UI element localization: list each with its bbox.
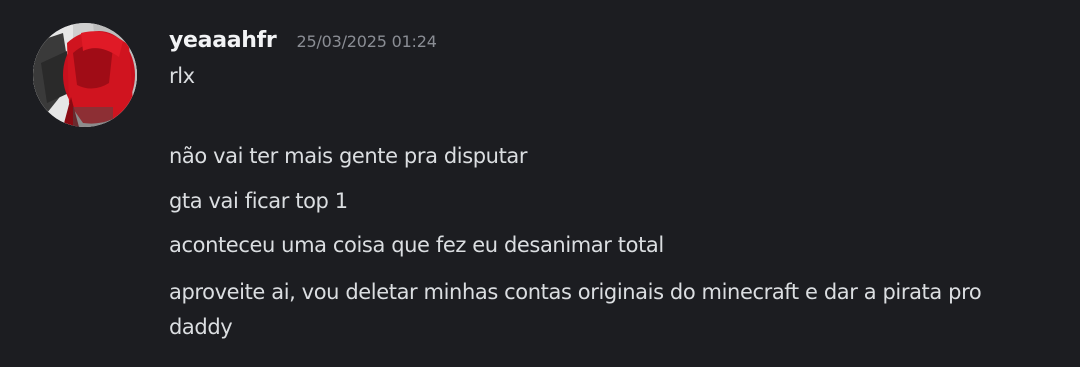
message-text: daddy [169,315,233,339]
message-text: gta vai ficar top 1 [169,189,348,213]
user-avatar[interactable] [33,23,137,127]
message-header: yeaaahfr 25/03/2025 01:24 [169,28,437,58]
chat-message-area: yeaaahfr 25/03/2025 01:24 rlx não vai te… [0,0,1080,367]
message-text: aproveite ai, vou deletar minhas contas … [169,280,982,304]
message-text: não vai ter mais gente pra disputar [169,144,528,168]
message-text: rlx [169,64,195,88]
message-timestamp[interactable]: 25/03/2025 01:24 [296,32,436,51]
message-text: aconteceu uma coisa que fez eu desanimar… [169,233,664,257]
username[interactable]: yeaaahfr [169,28,277,53]
avatar-image [33,23,137,127]
